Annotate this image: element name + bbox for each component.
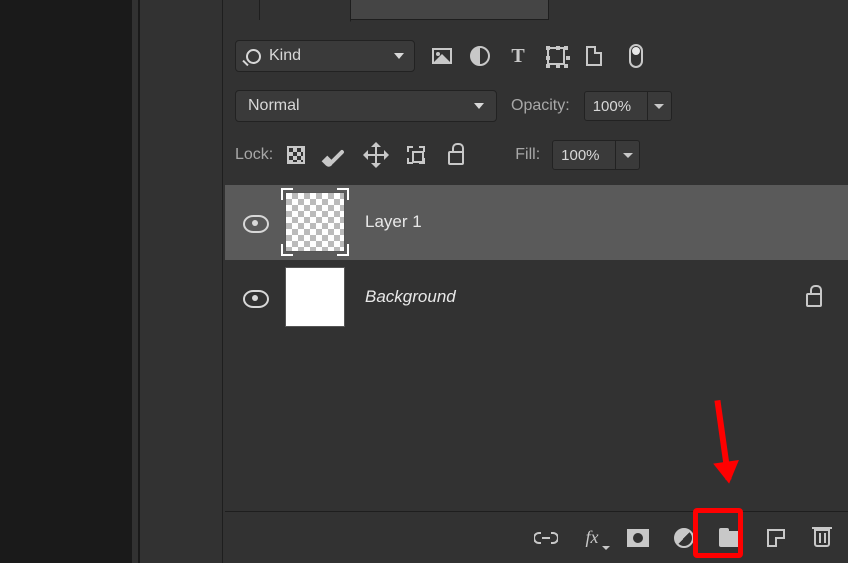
annotation-arrow — [714, 400, 731, 480]
filter-type-icon[interactable]: T — [507, 45, 529, 67]
collapsed-panel-strip — [148, 0, 223, 563]
annotation-highlight-box — [693, 508, 743, 558]
visibility-toggle[interactable] — [243, 215, 265, 229]
layers-list: Layer 1 Background — [225, 185, 848, 335]
opacity-label[interactable]: Opacity: — [511, 97, 570, 115]
filter-kind-label: Kind — [269, 47, 301, 65]
lock-position-icon[interactable] — [365, 144, 387, 166]
opacity-value[interactable]: 100% — [584, 91, 648, 121]
opacity-input[interactable]: 100% — [584, 91, 672, 121]
chevron-down-icon — [394, 53, 404, 59]
filter-kind-select[interactable]: Kind — [235, 40, 415, 72]
layer-thumbnail[interactable] — [285, 192, 345, 252]
filter-shape-icon[interactable] — [545, 45, 567, 67]
new-layer-button[interactable] — [764, 526, 788, 550]
layer-style-button[interactable]: fx — [580, 526, 604, 550]
layer-name[interactable]: Background — [365, 287, 456, 307]
chevron-down-icon — [474, 103, 484, 109]
search-icon — [246, 49, 261, 64]
fill-stepper[interactable] — [616, 140, 640, 170]
lock-label: Lock: — [235, 146, 273, 164]
blend-mode-select[interactable]: Normal — [235, 90, 497, 122]
lock-all-icon[interactable] — [445, 144, 467, 166]
lock-transparency-icon[interactable] — [285, 144, 307, 166]
fill-input[interactable]: 100% — [552, 140, 640, 170]
layer-mask-button[interactable] — [626, 526, 650, 550]
opacity-stepper[interactable] — [648, 91, 672, 121]
link-layers-button[interactable] — [534, 526, 558, 550]
fill-value[interactable]: 100% — [552, 140, 616, 170]
layer-row[interactable]: Background — [225, 260, 848, 335]
layer-filter-row: Kind T — [235, 38, 835, 74]
filter-pixel-icon[interactable] — [431, 45, 453, 67]
layer-name[interactable]: Layer 1 — [365, 212, 422, 232]
lock-artboard-icon[interactable] — [405, 144, 427, 166]
layers-bottom-bar: fx — [225, 511, 848, 563]
canvas-area — [0, 0, 140, 563]
lock-row: Lock: Fill: 100% — [235, 140, 835, 170]
blend-row: Normal Opacity: 100% — [235, 90, 835, 122]
layers-panel: Kind T Normal Opacity: 100% Lock: Fill: … — [225, 0, 848, 563]
delete-layer-button[interactable] — [810, 526, 834, 550]
fill-label[interactable]: Fill: — [515, 146, 540, 164]
lock-icon[interactable] — [806, 293, 822, 307]
panel-tabs[interactable] — [259, 0, 549, 20]
filter-adjustment-icon[interactable] — [469, 45, 491, 67]
filter-toggle[interactable] — [621, 45, 643, 67]
lock-paint-icon[interactable] — [325, 144, 347, 166]
layer-thumbnail[interactable] — [285, 267, 345, 327]
filter-smartobject-icon[interactable] — [583, 45, 605, 67]
layer-row[interactable]: Layer 1 — [225, 185, 848, 260]
blend-mode-value: Normal — [248, 97, 300, 115]
visibility-toggle[interactable] — [243, 290, 265, 304]
